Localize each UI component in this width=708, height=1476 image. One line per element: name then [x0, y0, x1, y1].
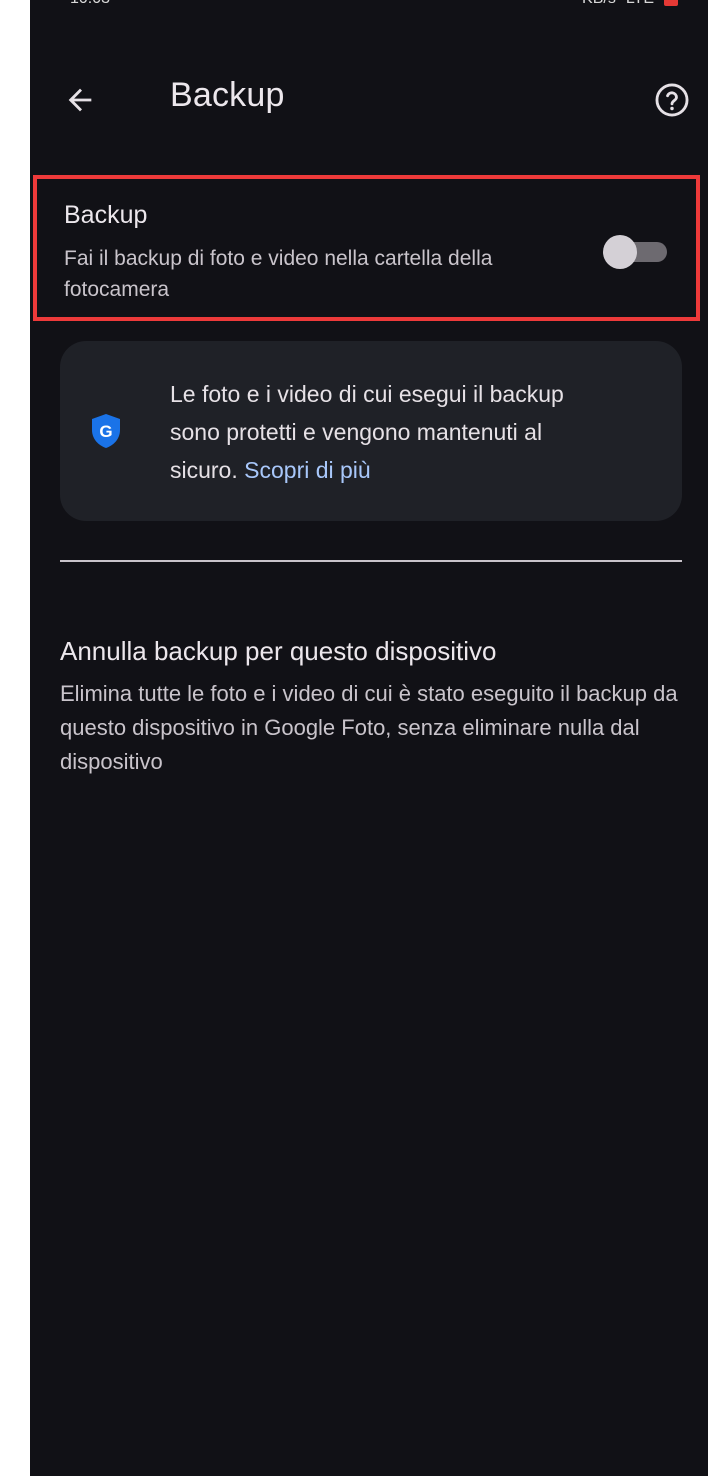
help-button[interactable]: [650, 78, 694, 122]
backup-toggle-row[interactable]: Backup Fai il backup di foto e video nel…: [33, 175, 700, 321]
protection-message: Le foto e i video di cui esegui il backu…: [170, 375, 610, 489]
delete-backup-description: Elimina tutte le foto e i video di cui è…: [60, 681, 678, 774]
learn-more-link[interactable]: Scopri di più: [244, 457, 371, 483]
google-shield-icon: G: [92, 414, 120, 448]
status-time: 10:03: [70, 0, 110, 8]
svg-text:G: G: [99, 422, 112, 441]
page-title: Backup: [170, 76, 285, 114]
section-divider: [60, 560, 682, 562]
network-speed: KB/s: [582, 0, 616, 8]
network-type: LTE: [626, 0, 654, 8]
back-button[interactable]: [58, 78, 102, 122]
backup-setting-description: Fai il backup di foto e video nella cart…: [64, 247, 493, 301]
status-bar: 10:03 KB/s LTE: [30, 0, 708, 14]
help-circle-icon: [655, 83, 689, 117]
arrow-left-icon: [68, 88, 92, 112]
backup-switch[interactable]: [601, 235, 667, 269]
backup-protection-card: G Le foto e i video di cui esegui il bac…: [60, 341, 682, 521]
backup-settings-screen: 10:03 KB/s LTE Backup Backup Fai il back…: [30, 0, 708, 1476]
switch-thumb: [603, 235, 637, 269]
backup-setting-title: Backup: [64, 201, 148, 229]
delete-device-backup-item[interactable]: Annulla backup per questo dispositivo El…: [60, 636, 690, 779]
status-icons: KB/s LTE: [582, 0, 678, 8]
delete-backup-title: Annulla backup per questo dispositivo: [60, 636, 497, 666]
battery-icon: [664, 0, 678, 6]
app-bar: Backup: [30, 60, 708, 140]
